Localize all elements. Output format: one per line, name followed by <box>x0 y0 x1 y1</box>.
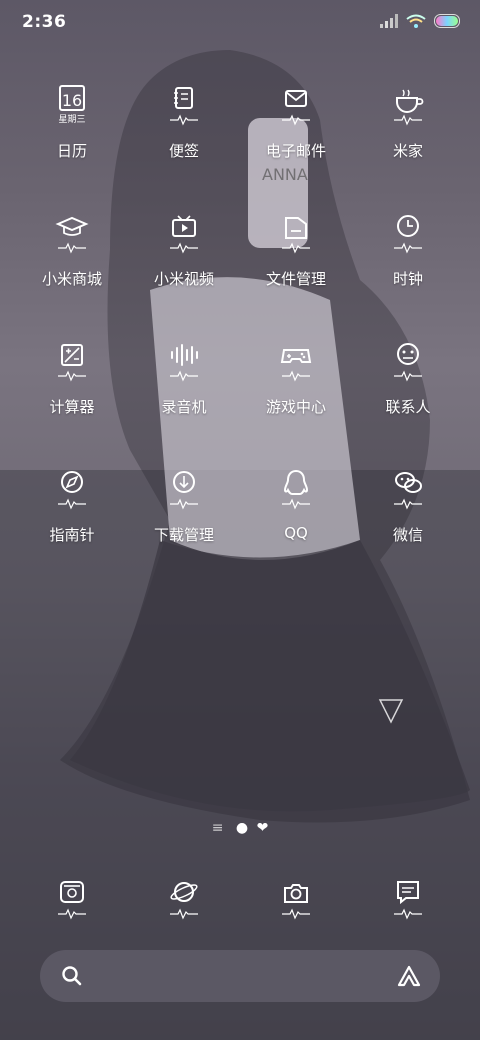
dock-messages[interactable] <box>348 878 468 924</box>
app-label: 微信 <box>392 526 423 544</box>
app-calculator[interactable]: 计算器 <box>12 340 132 440</box>
app-label: 联系人 <box>385 398 431 416</box>
gamepad-icon <box>280 349 312 382</box>
page-indicator[interactable]: ≡ ● ❤ <box>0 820 480 836</box>
app-label: 录音机 <box>161 398 207 416</box>
notes-icon <box>170 87 198 126</box>
app-label: 下载管理 <box>153 526 214 544</box>
qq-icon <box>282 469 310 510</box>
app-game-center[interactable]: 游戏中心 <box>236 340 356 440</box>
svg-text:星期三: 星期三 <box>58 114 85 125</box>
status-bar: 2:36 <box>0 0 480 44</box>
app-label: 指南针 <box>49 526 95 544</box>
wifi-icon <box>406 14 426 28</box>
app-label: 小米视频 <box>153 270 214 288</box>
signal-icon <box>380 14 398 28</box>
files-icon <box>282 217 310 254</box>
app-files[interactable]: 文件管理 <box>236 212 356 312</box>
app-label: QQ <box>284 524 308 542</box>
page-list-icon: ≡ <box>211 820 224 836</box>
store-icon <box>55 216 89 254</box>
app-compass[interactable]: 指南针 <box>12 468 132 568</box>
calculator-icon <box>58 344 86 382</box>
download-icon <box>170 471 198 510</box>
camera-icon <box>282 884 310 920</box>
app-label: 时钟 <box>392 270 423 288</box>
svg-text:16: 16 <box>62 91 82 110</box>
calendar-icon: 16 星期三 <box>58 85 86 125</box>
app-mail[interactable]: 电子邮件 <box>236 84 356 184</box>
page-dot: ● <box>235 820 249 836</box>
app-label: 文件管理 <box>265 270 326 288</box>
app-qq[interactable]: QQ <box>236 468 356 568</box>
search-bar[interactable] <box>40 950 440 1002</box>
wechat-icon <box>394 472 422 510</box>
app-notes[interactable]: 便签 <box>124 84 244 184</box>
app-video[interactable]: 小米视频 <box>124 212 244 312</box>
app-wechat[interactable]: 微信 <box>348 468 468 568</box>
phone-icon <box>58 881 86 920</box>
mijia-icon <box>394 89 424 126</box>
messages-icon <box>394 881 422 920</box>
app-downloads[interactable]: 下载管理 <box>124 468 244 568</box>
status-icons <box>380 14 462 28</box>
app-label: 小米商城 <box>41 270 102 288</box>
assistant-icon[interactable] <box>396 964 422 988</box>
dock-camera[interactable] <box>236 878 356 924</box>
app-label: 日历 <box>56 142 87 160</box>
browser-icon <box>170 882 198 920</box>
app-mijia[interactable]: 米家 <box>348 84 468 184</box>
app-recorder[interactable]: 录音机 <box>124 340 244 440</box>
app-store[interactable]: 小米商城 <box>12 212 132 312</box>
app-label: 游戏中心 <box>265 398 326 416</box>
status-time: 2:36 <box>22 12 67 32</box>
app-clock[interactable]: 时钟 <box>348 212 468 312</box>
app-label: 电子邮件 <box>265 142 326 160</box>
compass-icon <box>58 471 86 510</box>
clock-icon <box>394 215 422 254</box>
search-icon[interactable] <box>60 964 84 988</box>
app-contacts[interactable]: 联系人 <box>348 340 468 440</box>
battery-icon <box>434 14 460 28</box>
app-label: 便签 <box>168 142 199 160</box>
recorder-icon <box>170 344 198 382</box>
app-label: 计算器 <box>49 398 95 416</box>
page-heart-icon: ❤ <box>256 820 269 836</box>
video-icon <box>170 215 198 254</box>
app-label: 米家 <box>392 142 423 160</box>
contacts-icon <box>394 343 422 382</box>
dock-browser[interactable] <box>124 878 244 924</box>
mail-icon <box>282 90 310 126</box>
dock-phone[interactable] <box>12 878 132 924</box>
app-calendar[interactable]: 16 星期三 日历 <box>12 84 132 184</box>
